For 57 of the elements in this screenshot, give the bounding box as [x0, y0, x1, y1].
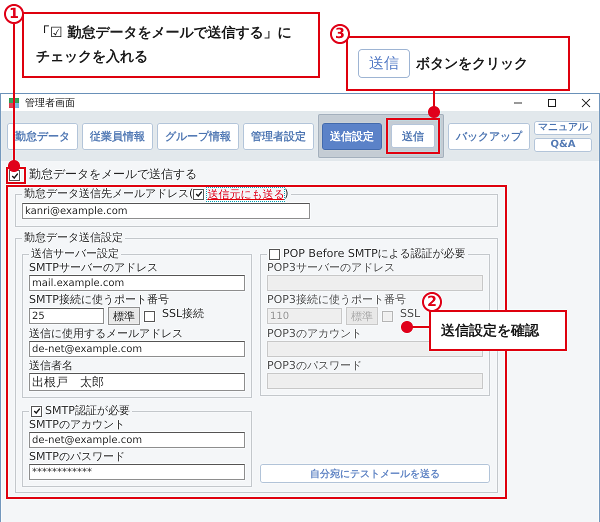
checkbox[interactable]: [269, 248, 280, 260]
callout-text: ボタンをクリック: [416, 54, 528, 72]
backup-button[interactable]: バックアップ: [448, 122, 530, 150]
field-label: SMTP接続に使うポート番号: [29, 293, 169, 307]
group-label: 勤怠データ送信設定: [24, 231, 123, 245]
step-number: 3: [330, 24, 350, 44]
checkbox[interactable]: [382, 310, 393, 322]
default-button[interactable]: 標準: [108, 307, 140, 325]
close-icon[interactable]: [581, 98, 591, 108]
test-mail-button[interactable]: 自分宛にテストメールを送る: [260, 464, 490, 483]
checkbox-label: SSL接続: [162, 307, 204, 321]
step-number: 1: [4, 4, 24, 24]
toolbar-button[interactable]: 従業員情報: [82, 122, 153, 150]
maximize-icon[interactable]: [547, 98, 557, 108]
group-label: 送信サーバー設定: [31, 247, 119, 261]
checkbox-label: POP Before SMTPによる認証が必要: [283, 247, 466, 261]
field-label: POP3のパスワード: [267, 359, 362, 373]
checkbox[interactable]: [193, 188, 204, 200]
field-label: POP3接続に使うポート番号: [267, 293, 406, 307]
field-label: SMTPのパスワード: [29, 450, 125, 464]
server-field[interactable]: mail.example.com: [29, 275, 245, 291]
settings-tab-button[interactable]: 送信設定: [322, 122, 382, 150]
callout-text: 送信設定を確認: [441, 322, 539, 340]
toolbar-button[interactable]: 管理者設定: [243, 122, 314, 150]
help-button[interactable]: マニュアル: [534, 120, 592, 134]
field-label: 送信に使用するメールアドレス: [29, 327, 183, 341]
checkbox[interactable]: [31, 406, 42, 416]
field-label: 送信者名: [29, 359, 73, 373]
window-title: 管理者画面: [25, 96, 75, 110]
password-field[interactable]: [267, 373, 483, 389]
toolbar-button[interactable]: 勤怠データ: [7, 122, 78, 150]
group-label-end: ): [284, 187, 289, 201]
group-label: 勤怠データ送信先メールアドレス(: [24, 187, 194, 201]
name-field[interactable]: 出根戸 太郎: [29, 373, 245, 391]
link[interactable]: 送信元にも送る: [207, 188, 284, 200]
checkbox-label: SMTP認証が必要: [45, 404, 130, 418]
toolbar-button[interactable]: グループ情報: [157, 122, 239, 150]
app-icon: [9, 98, 19, 108]
email-field[interactable]: de-net@example.com: [29, 341, 245, 357]
checkbox-label: SSL: [400, 307, 420, 321]
callout-text: チェックを入れる: [36, 48, 149, 66]
help-button[interactable]: Q&A: [534, 138, 592, 152]
field-label: SMTPのアカウント: [29, 418, 125, 432]
account-field[interactable]: de-net@example.com: [29, 432, 245, 448]
password-field[interactable]: ************: [29, 464, 245, 480]
checkbox[interactable]: [144, 310, 155, 322]
server-field[interactable]: [267, 275, 483, 291]
checkbox-label: 勤怠データをメールで送信する: [29, 167, 197, 181]
port-field[interactable]: 25: [29, 308, 104, 324]
field-label: POP3のアカウント: [267, 327, 362, 341]
send-button[interactable]: 送信: [391, 124, 435, 148]
email-field[interactable]: kanri@example.com: [22, 203, 310, 219]
field-label: POP3サーバーのアドレス: [267, 261, 395, 275]
field-label: SMTPサーバーのアドレス: [29, 261, 158, 275]
port-field[interactable]: 110: [267, 308, 342, 324]
callout-text: 「☑ 勤怠データをメールで送信する」に: [36, 24, 292, 42]
button-sample: 送信: [358, 49, 410, 78]
